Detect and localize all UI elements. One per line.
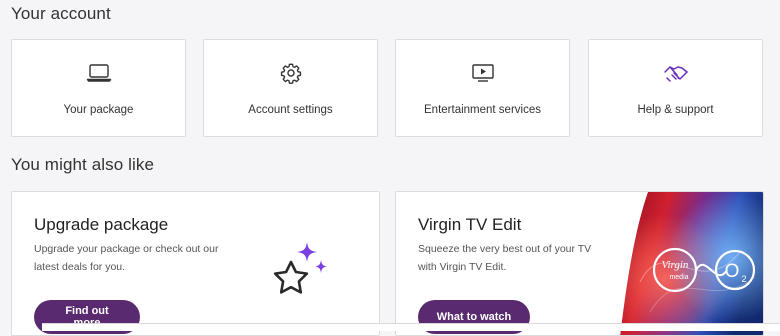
your-package-label: Your package (63, 104, 134, 116)
account-settings-label: Account settings (248, 104, 333, 116)
virgin-media-o2-promo-image: Virgin media O 2 (620, 192, 763, 335)
you-might-also-like-heading: You might also like (11, 155, 155, 174)
virgin-logo-text: Virgin (662, 259, 689, 271)
media-logo-text: media (669, 274, 688, 281)
tv-play-icon (470, 62, 496, 84)
gear-icon (278, 62, 304, 84)
your-account-heading: Your account (11, 4, 111, 23)
virgin-tv-edit-card: Virgin TV Edit Squeeze the very best out… (395, 191, 764, 336)
account-settings-tile[interactable]: Account settings (203, 39, 378, 137)
entertainment-services-tile[interactable]: Entertainment services (395, 39, 570, 137)
upgrade-package-title: Upgrade package (34, 215, 169, 234)
upgrade-package-description: Upgrade your package or check out our la… (34, 243, 219, 273)
o2-logo-digit: 2 (741, 274, 746, 284)
star-sparkle-icon (267, 240, 333, 300)
virgin-tv-edit-description: Squeeze the very best out of your TV wit… (418, 243, 592, 273)
virgin-tv-edit-title: Virgin TV Edit (418, 215, 522, 234)
entertainment-services-label: Entertainment services (424, 104, 541, 116)
o2-logo-letter: O (725, 261, 740, 282)
laptop-icon (86, 62, 112, 84)
handshake-icon (663, 62, 689, 84)
your-package-tile[interactable]: Your package (11, 39, 186, 137)
upgrade-package-card: Upgrade package Upgrade your package or … (11, 191, 380, 336)
help-support-tile[interactable]: Help & support (588, 39, 763, 137)
help-support-label: Help & support (637, 104, 714, 116)
